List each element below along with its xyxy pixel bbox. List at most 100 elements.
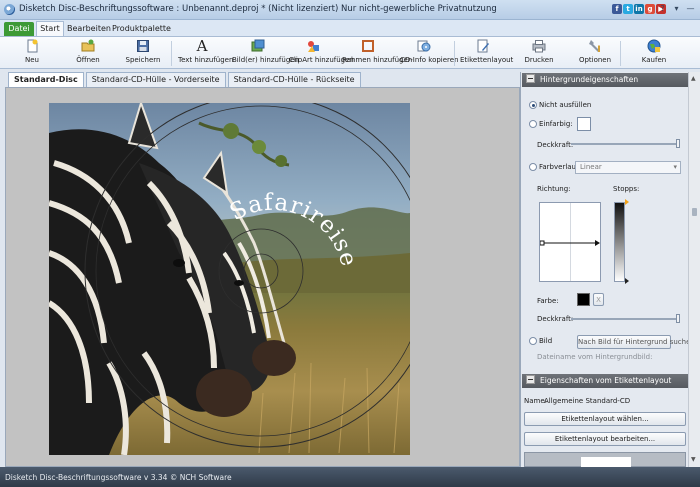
gradient-type-select[interactable]: Linear ▾: [575, 161, 681, 174]
stop-color-swatch[interactable]: [577, 293, 590, 306]
stop-marker-bottom-icon[interactable]: [625, 278, 629, 284]
document-tabs: Standard-Disc Standard-CD-Hülle - Vorder…: [8, 72, 361, 87]
radio-no-fill[interactable]: [529, 101, 537, 109]
solid-color-swatch[interactable]: [577, 117, 591, 131]
layout-preview: [524, 452, 686, 467]
label-layout-label: Etikettenlayout: [460, 56, 514, 64]
open-button[interactable]: Öffnen: [68, 39, 108, 68]
tab-standard-disc[interactable]: Standard-Disc: [8, 72, 84, 87]
gradient-type-value: Linear: [580, 163, 602, 171]
options-tools-icon: [588, 39, 602, 53]
opacity-slider-1-thumb[interactable]: [676, 139, 680, 148]
disc-outline: Safarireise: [84, 103, 410, 448]
add-image-button[interactable]: Bild(er) hinzufügen: [232, 39, 300, 68]
new-document-icon: [25, 39, 39, 53]
window-title: Disketch Disc-Beschriftungssoftware : Un…: [19, 4, 497, 14]
opacity-slider-2-thumb[interactable]: [676, 314, 680, 323]
radio-image[interactable]: [529, 337, 537, 345]
direction-label: Richtung:: [537, 185, 571, 193]
options-button[interactable]: Optionen: [578, 39, 612, 68]
toolbar-separator: [171, 41, 172, 66]
buy-label: Kaufen: [641, 56, 667, 64]
radio-gradient[interactable]: [529, 163, 537, 171]
stops-label: Stopps:: [613, 185, 640, 193]
tab-cd-case-back[interactable]: Standard-CD-Hülle - Rückseite: [227, 72, 361, 87]
minimize-button[interactable]: —: [684, 2, 697, 15]
add-frame-label: Rahmen hinzufügen: [342, 56, 413, 64]
help-button[interactable]: ?: [656, 2, 669, 15]
background-properties-header[interactable]: Hintergrundeigenschaften: [522, 73, 688, 87]
copy-cd-info-label: CD-Info kopieren: [400, 56, 459, 64]
facebook-icon[interactable]: f: [612, 4, 622, 14]
add-text-label: Text hinzufügen: [178, 56, 234, 64]
opacity-slider-2[interactable]: [571, 318, 679, 320]
tab-cd-case-front[interactable]: Standard-CD-Hülle - Vorderseite: [85, 72, 226, 87]
scrollbar-thumb[interactable]: [692, 208, 697, 216]
panel-scrollbar[interactable]: ▲ ▼: [688, 72, 700, 467]
label-layout-button[interactable]: Etikettenlayout: [460, 39, 514, 68]
background-properties-title: Hintergrundeigenschaften: [540, 75, 639, 84]
printer-icon: [532, 39, 546, 53]
image-icon: [251, 39, 265, 53]
options-label: Optionen: [578, 56, 612, 64]
print-button[interactable]: Drucken: [522, 39, 556, 68]
save-button[interactable]: Speichern: [123, 39, 163, 68]
add-text-button[interactable]: A Text hinzufügen: [178, 37, 234, 68]
copy-cd-info-button[interactable]: CD-Info kopieren: [400, 39, 459, 68]
status-text: Disketch Disc-Beschriftungssoftware v 3.…: [5, 473, 232, 482]
title-bar: Disketch Disc-Beschriftungssoftware : Un…: [0, 0, 700, 20]
direction-editor[interactable]: [539, 202, 601, 282]
twitter-icon[interactable]: t: [623, 4, 633, 14]
cd-info-icon: [417, 39, 431, 53]
gradient-stops-bar[interactable]: [614, 202, 625, 282]
save-label: Speichern: [125, 56, 161, 64]
menu-bar: Datei Start Bearbeiten Produktpalette: [0, 20, 700, 36]
add-image-label: Bild(er) hinzufügen: [232, 56, 300, 64]
solid-color-label: Einfarbig:: [539, 120, 573, 128]
save-disk-icon: [136, 39, 150, 53]
scroll-down-icon[interactable]: ▼: [691, 456, 696, 463]
options-dropdown-button[interactable]: ▾: [670, 2, 683, 15]
open-folder-icon: [81, 39, 95, 53]
properties-panel: Hintergrundeigenschaften Nicht ausfüllen…: [520, 72, 688, 467]
browse-background-image-button[interactable]: Nach Bild für Hintergrund suchen: [577, 335, 688, 349]
background-image-filename: Dateiname vom Hintergrundbild:: [537, 353, 653, 361]
layout-pencil-icon: [476, 39, 490, 53]
scroll-up-icon[interactable]: ▲: [691, 75, 696, 82]
opacity-label-1: Deckkraft:: [537, 141, 574, 149]
layout-properties-header[interactable]: Eigenschaften vom Etikettenlayout: [522, 374, 688, 388]
chevron-down-icon: ▾: [673, 163, 677, 171]
linkedin-icon[interactable]: in: [634, 4, 644, 14]
buy-globe-icon: [647, 39, 661, 53]
buy-button[interactable]: Kaufen: [638, 39, 670, 68]
disc-canvas[interactable]: Safarireise: [49, 103, 410, 455]
add-frame-button[interactable]: Rahmen hinzufügen: [342, 39, 413, 68]
radio-solid-color[interactable]: [529, 120, 537, 128]
frame-icon: [361, 39, 375, 53]
layout-properties-title: Eigenschaften vom Etikettenlayout: [540, 376, 672, 385]
new-button[interactable]: Neu: [14, 39, 50, 68]
window-controls: ? ▾ — □ ✕: [656, 2, 700, 15]
open-label: Öffnen: [76, 56, 100, 64]
toolbar-separator: [620, 41, 621, 66]
text-icon: A: [196, 37, 208, 55]
image-label: Bild: [539, 337, 553, 345]
add-clipart-button[interactable]: ClipArt hinzufügen: [289, 39, 354, 68]
menu-produktpalette[interactable]: Produktpalette: [112, 22, 171, 36]
clipart-icon: [306, 39, 320, 53]
choose-layout-button[interactable]: Etikettenlayout wählen...: [524, 412, 686, 426]
collapse-icon[interactable]: [526, 74, 535, 83]
clear-color-button[interactable]: X: [593, 293, 604, 306]
stop-marker-top-icon[interactable]: [625, 199, 629, 205]
google-icon[interactable]: g: [645, 4, 655, 14]
disc-title-text[interactable]: Safarireise: [226, 190, 362, 270]
opacity-slider-1[interactable]: [571, 143, 679, 145]
no-fill-label: Nicht ausfüllen: [539, 101, 592, 109]
opacity-label-2: Deckkraft:: [537, 315, 574, 323]
edit-layout-button[interactable]: Etikettenlayout bearbeiten...: [524, 432, 686, 446]
menu-bearbeiten[interactable]: Bearbeiten: [67, 22, 111, 36]
menu-datei[interactable]: Datei: [4, 22, 34, 36]
direction-arrow-icon: [540, 240, 600, 246]
collapse-icon[interactable]: [526, 375, 535, 384]
menu-start[interactable]: Start: [36, 21, 64, 36]
